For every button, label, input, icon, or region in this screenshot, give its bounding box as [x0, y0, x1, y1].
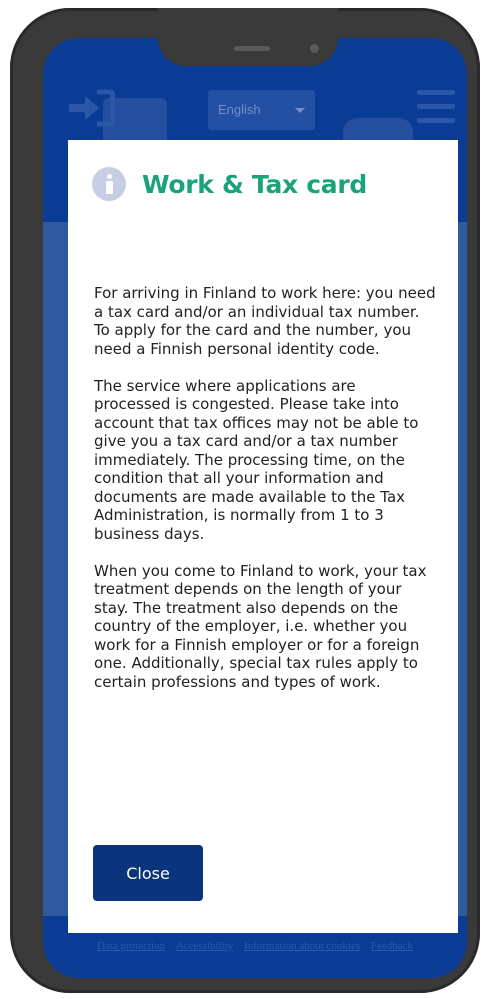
dialog-header: Work & Tax card [92, 164, 367, 204]
footer-link-cookies[interactable]: Information about cookies [244, 940, 360, 952]
close-button[interactable]: Close [93, 845, 203, 901]
language-select[interactable]: English [208, 90, 315, 130]
info-icon [92, 167, 126, 201]
app-screen: English Data protection Accessibility In… [43, 38, 467, 978]
footer-links: Data protection Accessibility Informatio… [43, 940, 467, 952]
footer-link-feedback[interactable]: Feedback [371, 940, 413, 952]
dialog-body: For arriving in Finland to work here: yo… [94, 284, 436, 710]
language-select-value: English [218, 102, 261, 117]
phone-frame: English Data protection Accessibility In… [10, 8, 480, 993]
login-icon[interactable] [67, 88, 115, 128]
dialog-paragraph-2: The service where applications are proce… [94, 376, 419, 543]
chevron-down-icon [295, 108, 305, 113]
phone-speaker [234, 46, 270, 51]
phone-camera [310, 44, 319, 53]
work-tax-card-dialog: Work & Tax card For arriving in Finland … [68, 140, 458, 933]
dialog-paragraph-1: For arriving in Finland to work here: yo… [94, 284, 436, 358]
menu-icon[interactable] [417, 90, 455, 124]
dialog-title: Work & Tax card [142, 169, 367, 199]
footer-link-data-protection[interactable]: Data protection [97, 940, 165, 952]
phone-notch [158, 8, 338, 66]
dialog-paragraph-3: When you come to Finland to work, your t… [94, 561, 427, 691]
footer-link-accessibility[interactable]: Accessibility [176, 940, 233, 952]
